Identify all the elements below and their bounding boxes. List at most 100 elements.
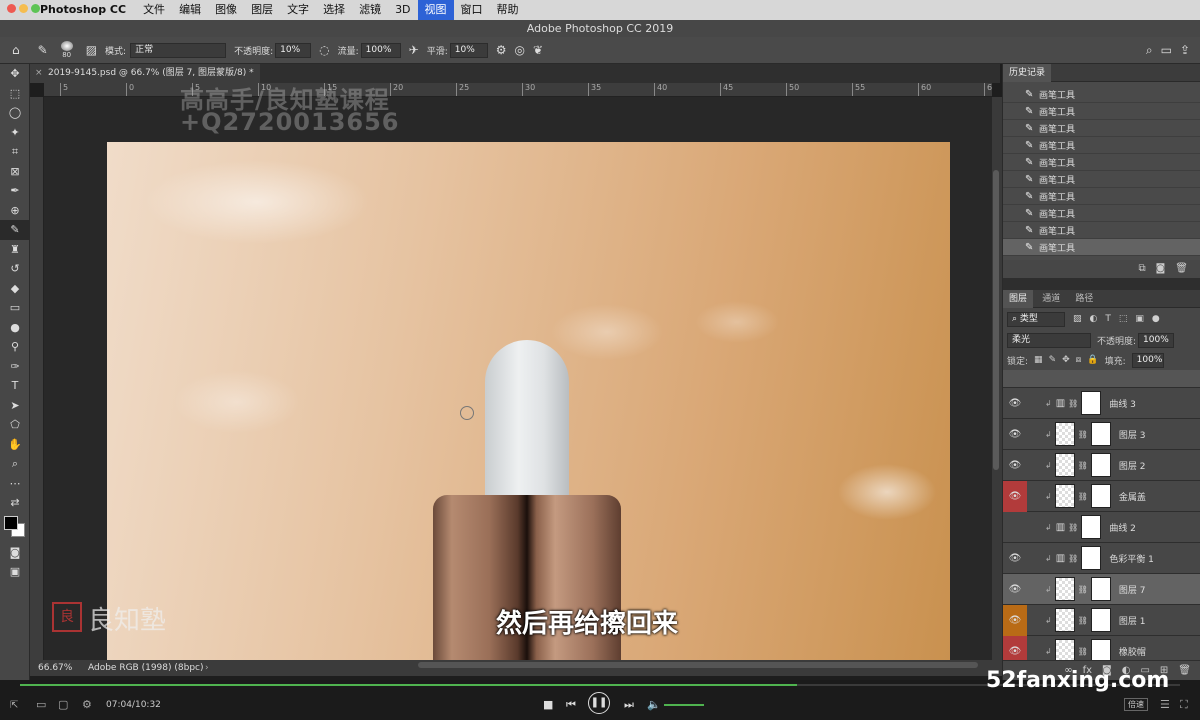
visibility-eye-icon[interactable] xyxy=(1003,512,1027,543)
menu-help[interactable]: 帮助 xyxy=(490,0,526,20)
magic-wand-tool-icon[interactable]: ✦ xyxy=(0,123,30,143)
layer-row[interactable]: 👁 ↲ ▥ ⛓ 色彩平衡 1 xyxy=(1003,543,1200,574)
screen-mode-icon[interactable]: ▣ xyxy=(0,562,30,582)
zoom-level[interactable]: 66.67% xyxy=(38,660,72,676)
smoothing-input[interactable]: 10% xyxy=(449,42,488,58)
marquee-tool-icon[interactable]: ⬚ xyxy=(0,84,30,104)
blend-mode-select[interactable]: 柔光 xyxy=(1007,332,1091,348)
history-item[interactable]: ✎ 画笔工具 xyxy=(1003,188,1200,205)
healing-brush-tool-icon[interactable]: ⊕ xyxy=(0,201,30,221)
eyedropper-tool-icon[interactable]: ✒ xyxy=(0,181,30,201)
fullscreen-icon[interactable]: ⛶ xyxy=(1180,698,1188,712)
tab-paths[interactable]: 路径 xyxy=(1069,290,1099,308)
eraser-tool-icon[interactable]: ◆ xyxy=(0,279,30,299)
visibility-eye-icon[interactable]: 👁 xyxy=(1003,388,1027,419)
layer-row[interactable]: 👁 ↲ ⛓ 图层 1 xyxy=(1003,604,1200,636)
settings-icon[interactable]: ⚙ xyxy=(82,698,92,711)
layer-mask-thumbnail[interactable] xyxy=(1081,546,1102,570)
crop-tool-icon[interactable]: ⌗ xyxy=(0,142,30,162)
gradient-tool-icon[interactable]: ▭ xyxy=(0,298,30,318)
pen-tool-icon[interactable]: ✑ xyxy=(0,357,30,377)
chain-link-icon[interactable]: ⛓ xyxy=(1068,554,1078,563)
zoom-window-button[interactable] xyxy=(31,4,40,13)
menu-3d[interactable]: 3D xyxy=(388,0,417,20)
expand-icon[interactable]: ⇱ xyxy=(10,700,18,711)
frame-tool-icon[interactable]: ⊠ xyxy=(0,162,30,182)
search-icon[interactable]: ⌕ xyxy=(1146,41,1153,59)
clone-stamp-tool-icon[interactable]: ♜ xyxy=(0,240,30,260)
type-filter-icon[interactable]: T xyxy=(1105,314,1111,324)
history-item[interactable]: ✎ 画笔工具 xyxy=(1003,154,1200,171)
blur-tool-icon[interactable]: ● xyxy=(0,318,30,338)
layer-row[interactable]: 👁 ↲ ⛓ 图层 3 xyxy=(1003,419,1200,450)
brush-settings-icon[interactable]: ▨ xyxy=(86,41,97,59)
trash-icon[interactable]: 🗑 xyxy=(1175,260,1188,278)
tab-history[interactable]: 历史记录 xyxy=(1003,64,1052,82)
horizontal-scrollbar[interactable] xyxy=(418,662,978,668)
stop-icon[interactable]: ■ xyxy=(543,698,553,711)
canvas-area[interactable] xyxy=(44,97,992,660)
visibility-eye-icon[interactable]: 👁 xyxy=(1003,574,1027,605)
brush-tool-icon[interactable]: ✎ xyxy=(38,41,48,59)
close-tab-icon[interactable]: × xyxy=(35,64,43,83)
history-item[interactable]: ✎ 画笔工具 xyxy=(1003,86,1200,103)
lock-paint-icon[interactable]: ✎ xyxy=(1049,355,1057,365)
tab-layers[interactable]: 图层 xyxy=(1003,290,1034,308)
flow-input[interactable]: 100% xyxy=(360,42,401,58)
visibility-eye-icon[interactable]: 👁 xyxy=(1003,450,1027,481)
layer-thumbnail[interactable] xyxy=(1054,577,1075,601)
layer-thumbnail[interactable] xyxy=(1054,453,1075,477)
type-tool-icon[interactable]: T xyxy=(0,376,30,396)
brush-preset-picker[interactable]: 80 xyxy=(56,41,78,59)
history-item[interactable]: ✎ 画笔工具 xyxy=(1003,222,1200,239)
chain-link-icon[interactable]: ⛓ xyxy=(1068,523,1078,532)
list-icon[interactable]: ☰ xyxy=(1160,698,1170,711)
document-canvas[interactable] xyxy=(107,142,950,660)
pressure-opacity-icon[interactable]: ◌ xyxy=(319,41,329,59)
pause-button[interactable]: ❚❚ xyxy=(588,692,610,714)
opacity-input[interactable]: 10% xyxy=(275,42,312,58)
minimize-window-button[interactable] xyxy=(19,4,28,13)
menu-window[interactable]: 窗口 xyxy=(454,0,490,20)
visibility-eye-icon[interactable]: 👁 xyxy=(1003,604,1027,636)
screen-icon[interactable]: ▭ xyxy=(36,698,46,711)
history-item[interactable]: ✎ 画笔工具 xyxy=(1003,171,1200,188)
shape-tool-icon[interactable]: ⬠ xyxy=(0,415,30,435)
adjustment-filter-icon[interactable]: ◐ xyxy=(1090,314,1098,324)
layer-mask-thumbnail[interactable] xyxy=(1090,608,1111,632)
menu-edit[interactable]: 编辑 xyxy=(172,0,208,20)
share-icon[interactable]: ⇪ xyxy=(1180,41,1190,59)
symmetry-icon[interactable]: ❦ xyxy=(533,41,543,59)
brush-tool-icon[interactable]: ✎ xyxy=(0,220,30,240)
vertical-scroll-thumb[interactable] xyxy=(993,170,999,470)
lock-transparent-icon[interactable]: ▦ xyxy=(1034,355,1043,365)
history-item[interactable]: ✎ 画笔工具 xyxy=(1003,137,1200,154)
chain-link-icon[interactable]: ⛓ xyxy=(1078,647,1088,656)
airbrush-icon[interactable]: ✈ xyxy=(409,41,419,59)
lock-all-icon[interactable]: 🔒 xyxy=(1087,355,1098,365)
visibility-eye-icon[interactable]: 👁 xyxy=(1003,480,1027,512)
volume-icon[interactable]: 🔈 xyxy=(647,698,661,711)
chat-icon[interactable]: ▢ xyxy=(58,698,68,711)
move-tool-icon[interactable]: ✥ xyxy=(0,64,30,84)
lock-position-icon[interactable]: ✥ xyxy=(1062,355,1070,365)
speed-button[interactable]: 倍速 xyxy=(1124,698,1148,711)
layer-row[interactable]: 👁 ↲ ⛓ 金属盖 xyxy=(1003,480,1200,512)
fill-input[interactable]: 100% xyxy=(1131,352,1164,368)
hand-tool-icon[interactable]: ✋ xyxy=(0,435,30,455)
history-item[interactable]: ✎ 画笔工具 xyxy=(1003,103,1200,120)
layer-mask-thumbnail[interactable] xyxy=(1081,391,1102,415)
chain-link-icon[interactable]: ⛓ xyxy=(1078,461,1088,470)
layer-row[interactable]: 👁 ↲ ⛓ 图层 2 xyxy=(1003,450,1200,481)
chain-link-icon[interactable]: ⛓ xyxy=(1068,399,1078,408)
history-item[interactable]: ✎ 画笔工具 xyxy=(1003,205,1200,222)
layer-filter-select[interactable]: ⌕ 类型 xyxy=(1007,311,1065,327)
lasso-tool-icon[interactable]: ◯ xyxy=(0,103,30,123)
visibility-eye-icon[interactable]: 👁 xyxy=(1003,543,1027,574)
layer-mask-thumbnail[interactable] xyxy=(1090,422,1111,446)
layer-thumbnail[interactable] xyxy=(1054,484,1075,508)
menu-file[interactable]: 文件 xyxy=(136,0,172,20)
layer-mask-thumbnail[interactable] xyxy=(1090,453,1111,477)
delete-layer-icon[interactable]: 🗑 xyxy=(1178,661,1191,680)
lock-artboard-icon[interactable]: ⧈ xyxy=(1076,355,1082,365)
